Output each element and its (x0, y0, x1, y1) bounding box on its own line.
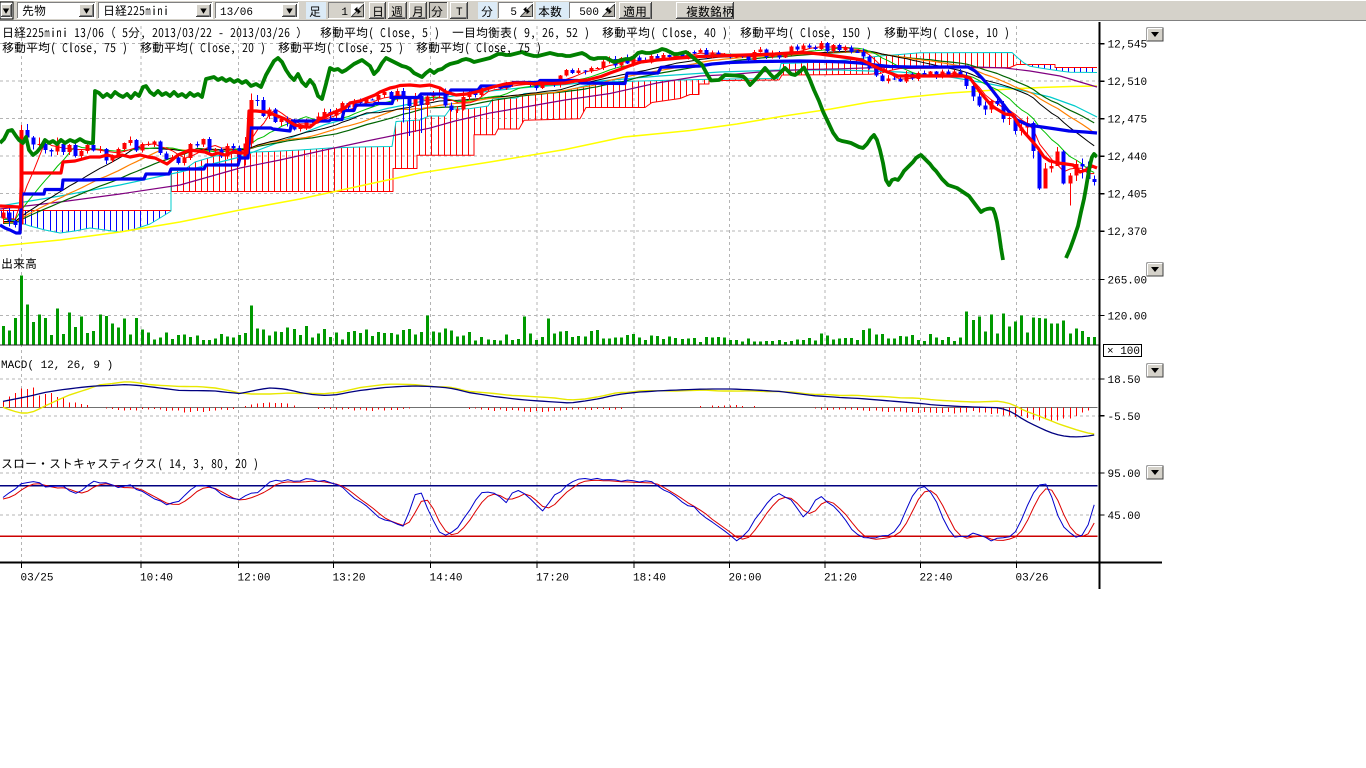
svg-text:45.00: 45.00 (1108, 511, 1141, 523)
svg-text:18:40: 18:40 (633, 573, 666, 585)
svg-text:03/25: 03/25 (21, 573, 54, 585)
svg-text:T: T (456, 7, 463, 19)
svg-text:12,545: 12,545 (1108, 40, 1148, 52)
svg-text:03/26: 03/26 (1016, 573, 1049, 585)
svg-text:13/06: 13/06 (220, 7, 253, 19)
svg-text:12:00: 12:00 (238, 573, 271, 585)
svg-text:18.50: 18.50 (1108, 375, 1141, 387)
svg-text:12,510: 12,510 (1108, 77, 1148, 89)
svg-text:13:20: 13:20 (333, 573, 366, 585)
svg-text:95.00: 95.00 (1108, 469, 1141, 481)
svg-text:17:20: 17:20 (536, 573, 569, 585)
svg-text:1: 1 (341, 7, 348, 19)
svg-text:12,405: 12,405 (1108, 190, 1148, 202)
svg-text:21:20: 21:20 (824, 573, 857, 585)
svg-text:120.00: 120.00 (1108, 311, 1148, 323)
svg-text:× 100: × 100 (1107, 346, 1140, 358)
svg-text:22:40: 22:40 (920, 573, 953, 585)
svg-text:20:00: 20:00 (729, 573, 762, 585)
svg-text:12,370: 12,370 (1108, 227, 1148, 239)
svg-text:12,440: 12,440 (1108, 152, 1148, 164)
svg-text:MACD( 12, 26, 9 ): MACD( 12, 26, 9 ) (1, 360, 113, 372)
svg-text:-5.50: -5.50 (1108, 412, 1141, 424)
svg-text:14:40: 14:40 (430, 573, 463, 585)
svg-text:500: 500 (579, 7, 599, 19)
svg-text:12,475: 12,475 (1108, 115, 1148, 127)
svg-text:5: 5 (510, 7, 517, 19)
svg-text:265.00: 265.00 (1108, 276, 1148, 288)
svg-text:10:40: 10:40 (140, 573, 173, 585)
